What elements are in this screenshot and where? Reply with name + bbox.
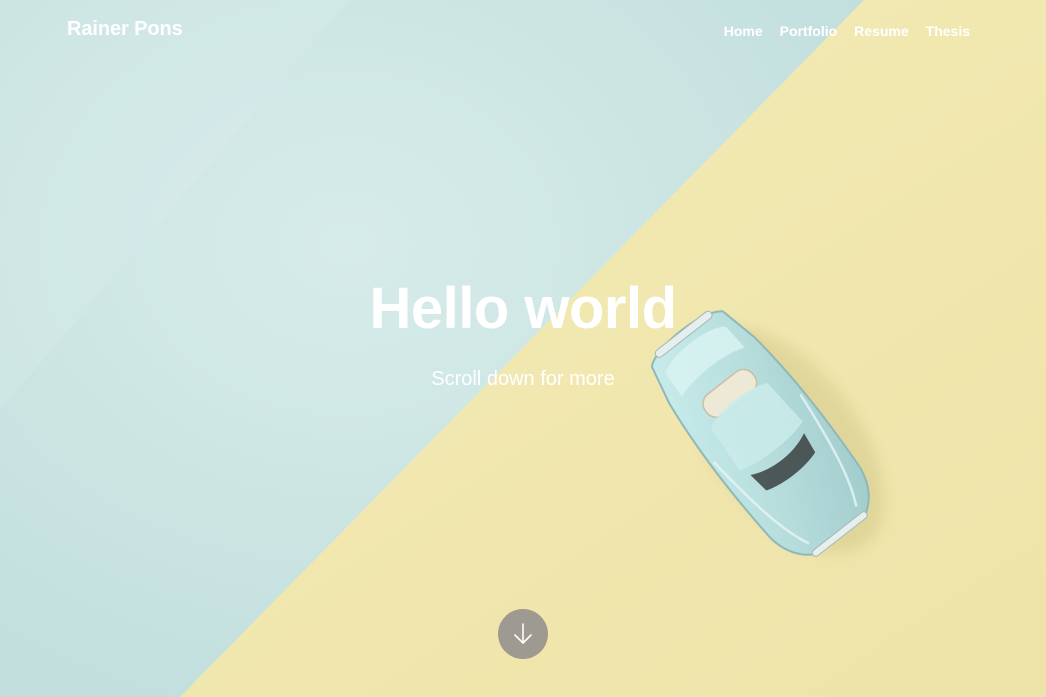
nav-thesis-link[interactable]: Thesis [926,22,970,40]
hero-section: Rainer Pons Home Portfolio Resume Thesis… [0,0,1046,697]
main-navigation: Home Portfolio Resume Thesis [724,22,970,40]
nav-portfolio-link[interactable]: Portfolio [780,22,838,40]
arrow-down-icon [514,623,532,644]
hero-title: Hello world [369,276,677,341]
site-header: Rainer Pons Home Portfolio Resume Thesis [0,0,1046,62]
toy-car-image [0,0,1046,697]
nav-resume-link[interactable]: Resume [854,22,908,40]
hero-subtitle: Scroll down for more [431,368,615,390]
scroll-down-button[interactable] [498,609,548,659]
nav-home-link[interactable]: Home [724,22,763,40]
site-logo-link[interactable]: Rainer Pons [67,18,183,41]
